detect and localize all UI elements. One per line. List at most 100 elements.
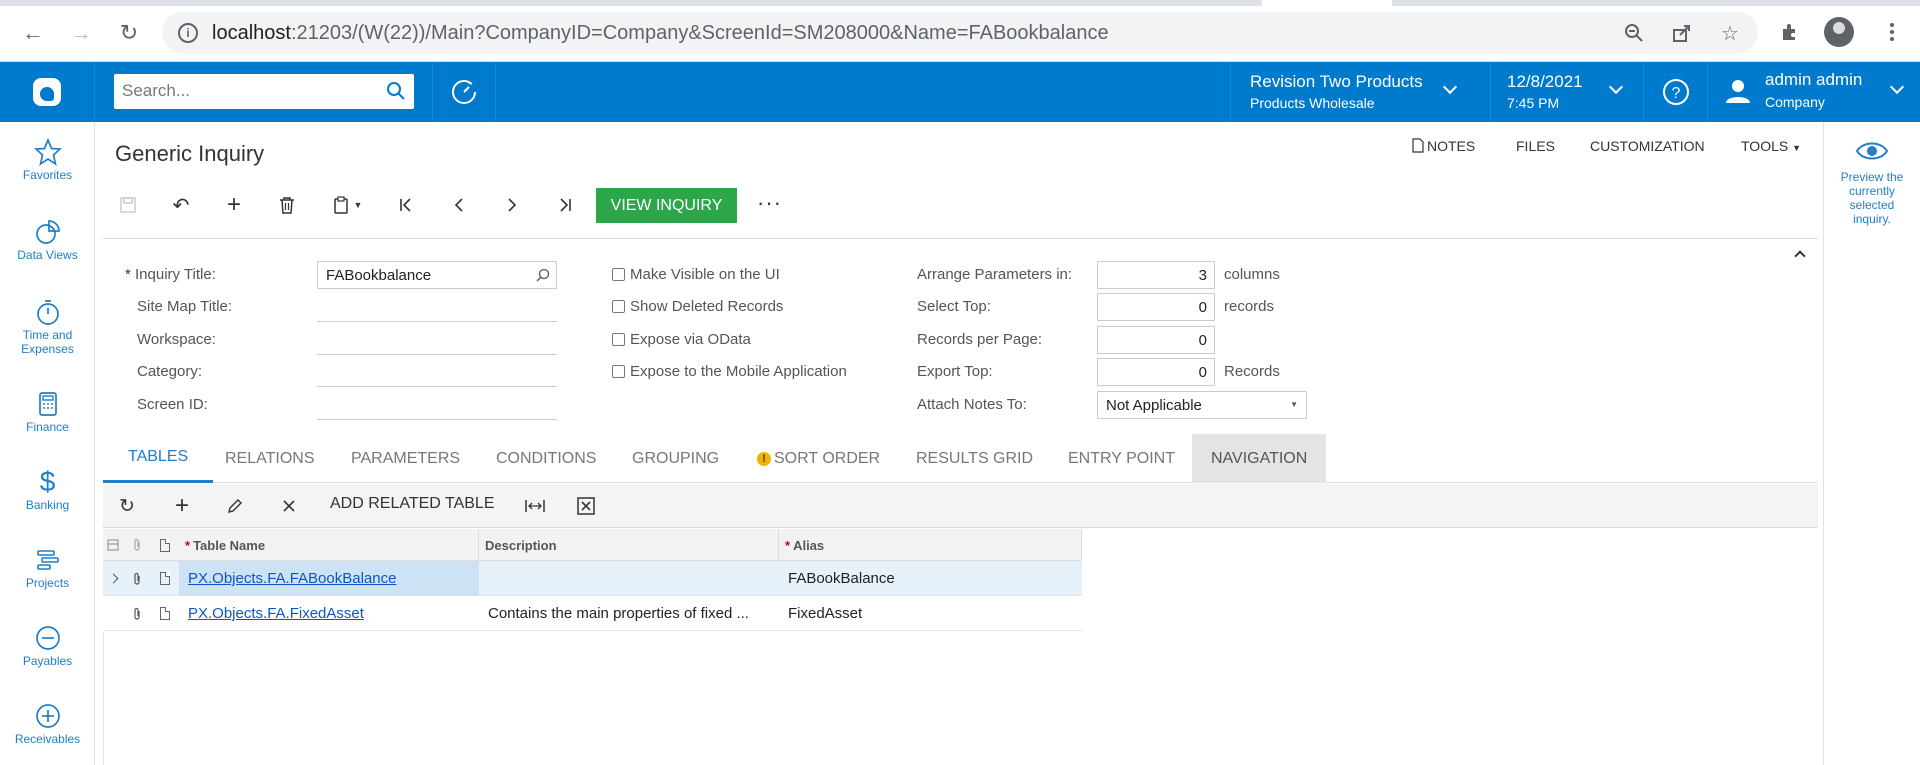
workspace-field[interactable] bbox=[317, 354, 557, 355]
tab-results-grid[interactable]: RESULTS GRID bbox=[916, 434, 1033, 483]
attach-notes-select[interactable]: Not Applicable ▼ bbox=[1097, 391, 1307, 419]
search-input[interactable] bbox=[114, 74, 364, 107]
header-description[interactable]: Description bbox=[479, 529, 779, 561]
customization-link[interactable]: CUSTOMIZATION bbox=[1590, 138, 1705, 154]
alias-cell[interactable]: FABookBalance bbox=[779, 561, 1082, 596]
row-expand-icon[interactable] bbox=[103, 561, 123, 596]
inquiry-title-field[interactable]: FABookbalance bbox=[317, 261, 557, 289]
description-cell[interactable] bbox=[479, 561, 779, 596]
lookup-search-icon[interactable] bbox=[536, 268, 550, 282]
dollar-icon: $ bbox=[39, 466, 56, 497]
checkbox-box[interactable] bbox=[612, 268, 625, 281]
nav-time-expenses[interactable]: Time and Expenses bbox=[0, 296, 95, 356]
records-per-page-field[interactable]: 0 bbox=[1097, 326, 1215, 354]
checkbox-box[interactable] bbox=[612, 365, 625, 378]
site-info-icon[interactable]: i bbox=[178, 23, 198, 43]
reload-icon[interactable]: ↻ bbox=[112, 16, 146, 50]
note-icon[interactable] bbox=[151, 561, 179, 596]
nav-data-views[interactable]: Data Views bbox=[0, 216, 95, 262]
category-field[interactable] bbox=[317, 386, 557, 387]
last-record-icon[interactable] bbox=[550, 190, 580, 220]
table-row[interactable]: PX.Objects.FA.FixedAsset Contains the ma… bbox=[103, 596, 1082, 631]
arrange-parameters-field[interactable]: 3 bbox=[1097, 261, 1215, 289]
previous-record-icon[interactable] bbox=[444, 190, 474, 220]
stopwatch-icon bbox=[0, 296, 95, 328]
description-cell[interactable]: Contains the main properties of fixed ..… bbox=[479, 596, 779, 631]
tab-tables[interactable]: TABLES bbox=[103, 434, 214, 483]
delete-row-icon[interactable] bbox=[274, 491, 304, 521]
back-icon[interactable]: ← bbox=[16, 16, 50, 50]
row-selector-icon[interactable] bbox=[103, 529, 123, 561]
tab-navigation[interactable]: NAVIGATION bbox=[1192, 434, 1327, 483]
active-tab[interactable] bbox=[1262, 0, 1392, 6]
next-record-icon[interactable] bbox=[497, 190, 527, 220]
nav-finance[interactable]: Finance bbox=[0, 388, 95, 434]
right-panel: Preview the currently selected inquiry. bbox=[1823, 122, 1920, 765]
fit-columns-icon[interactable] bbox=[520, 491, 550, 521]
delete-icon[interactable] bbox=[272, 190, 302, 220]
select-top-field[interactable]: 0 bbox=[1097, 293, 1215, 321]
note-icon[interactable] bbox=[151, 596, 179, 631]
add-row-icon[interactable]: + bbox=[167, 491, 197, 521]
header-table-name[interactable]: * Table Name bbox=[179, 529, 479, 561]
tab-parameters[interactable]: PARAMETERS bbox=[351, 434, 460, 483]
add-related-table-button[interactable]: ADD RELATED TABLE bbox=[330, 495, 495, 513]
show-deleted-checkbox[interactable]: Show Deleted Records bbox=[612, 298, 783, 315]
nav-banking[interactable]: $ Banking bbox=[0, 466, 95, 512]
help-button[interactable]: ? bbox=[1643, 62, 1707, 122]
checkbox-box[interactable] bbox=[612, 300, 625, 313]
attachment-icon[interactable] bbox=[123, 596, 151, 631]
view-inquiry-button[interactable]: VIEW INQUIRY bbox=[596, 188, 737, 223]
add-icon[interactable]: + bbox=[219, 190, 249, 220]
tab-conditions[interactable]: CONDITIONS bbox=[496, 434, 596, 483]
save-icon[interactable] bbox=[113, 190, 143, 220]
eye-icon[interactable] bbox=[1824, 140, 1920, 168]
paste-menu-icon[interactable]: ▼ bbox=[325, 190, 369, 220]
table-row[interactable]: PX.Objects.FA.FABookBalance FABookBalanc… bbox=[103, 561, 1082, 596]
user-menu[interactable]: admin admin Company bbox=[1707, 62, 1920, 122]
browser-menu-icon[interactable] bbox=[1880, 18, 1904, 46]
nav-projects[interactable]: Projects bbox=[0, 544, 95, 590]
tab-relations[interactable]: RELATIONS bbox=[225, 434, 315, 483]
first-record-icon[interactable] bbox=[391, 190, 421, 220]
recent-history-icon[interactable] bbox=[432, 62, 496, 122]
url-text[interactable]: localhost:21203/(W(22))/Main?CompanyID=C… bbox=[212, 22, 1109, 45]
expose-odata-checkbox[interactable]: Expose via OData bbox=[612, 331, 751, 348]
zoom-icon[interactable] bbox=[1622, 21, 1646, 45]
tools-menu[interactable]: TOOLS ▼ bbox=[1741, 138, 1801, 154]
header-alias[interactable]: * Alias bbox=[779, 529, 1082, 561]
extensions-icon[interactable] bbox=[1776, 18, 1804, 46]
search-icon[interactable] bbox=[386, 81, 406, 101]
make-visible-checkbox[interactable]: Make Visible on the UI bbox=[612, 266, 780, 283]
files-link[interactable]: FILES bbox=[1516, 138, 1555, 154]
more-actions-icon[interactable]: ··· bbox=[757, 190, 782, 216]
share-icon[interactable] bbox=[1670, 21, 1694, 45]
bookmark-star-icon[interactable]: ☆ bbox=[1718, 21, 1742, 45]
address-bar[interactable]: i localhost:21203/(W(22))/Main?CompanyID… bbox=[162, 12, 1758, 54]
alias-cell[interactable]: FixedAsset bbox=[779, 596, 1082, 631]
nav-payables[interactable]: Payables bbox=[0, 622, 95, 668]
site-map-title-field[interactable] bbox=[317, 321, 557, 322]
notes-link[interactable]: NOTES bbox=[1412, 138, 1475, 154]
expose-mobile-checkbox[interactable]: Expose to the Mobile Application bbox=[612, 363, 847, 380]
nav-favorites[interactable]: Favorites bbox=[0, 136, 95, 182]
export-excel-icon[interactable] bbox=[571, 491, 601, 521]
logo-cell[interactable] bbox=[0, 62, 95, 122]
nav-receivables[interactable]: Receivables bbox=[0, 700, 95, 746]
table-name-cell[interactable]: PX.Objects.FA.FixedAsset bbox=[179, 596, 479, 631]
branch-selector[interactable]: Revision Two Products Products Wholesale bbox=[1230, 62, 1490, 122]
screen-id-field[interactable] bbox=[317, 419, 557, 420]
checkbox-box[interactable] bbox=[612, 333, 625, 346]
table-name-cell[interactable]: PX.Objects.FA.FABookBalance bbox=[179, 561, 479, 596]
tab-sort-order[interactable]: ! SORT ORDER bbox=[757, 434, 880, 483]
tab-grouping[interactable]: GROUPING bbox=[632, 434, 719, 483]
profile-avatar[interactable] bbox=[1824, 17, 1854, 47]
global-search[interactable] bbox=[114, 74, 414, 109]
edit-icon[interactable] bbox=[220, 491, 250, 521]
undo-icon[interactable]: ↶ bbox=[166, 190, 196, 220]
attachment-icon[interactable] bbox=[123, 561, 151, 596]
forward-icon[interactable]: → bbox=[64, 16, 98, 50]
tab-entry-point[interactable]: ENTRY POINT bbox=[1068, 434, 1175, 483]
export-top-field[interactable]: 0 bbox=[1097, 358, 1215, 386]
refresh-icon[interactable]: ↻ bbox=[112, 491, 142, 521]
